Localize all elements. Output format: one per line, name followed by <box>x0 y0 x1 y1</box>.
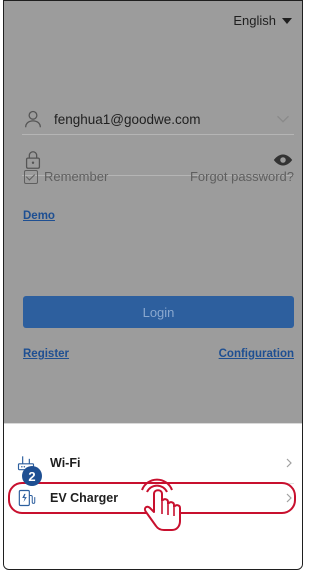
user-icon <box>25 110 41 128</box>
username-field[interactable]: fenghua1@goodwe.com <box>22 104 294 135</box>
remember-label: Remember <box>44 169 109 184</box>
language-selector[interactable]: English <box>233 13 292 28</box>
login-button[interactable]: Login <box>23 296 294 328</box>
tap-hand-icon <box>141 478 181 531</box>
forgot-password-link[interactable]: Forgot password? <box>190 169 294 184</box>
demo-link[interactable]: Demo <box>23 210 55 222</box>
chevron-right-icon <box>286 458 292 468</box>
eye-icon[interactable] <box>272 149 294 171</box>
remember-checkbox[interactable]: Remember <box>24 169 108 184</box>
lock-icon <box>25 151 41 169</box>
checkbox-checked-icon <box>24 169 38 184</box>
step-number-badge: 2 <box>22 466 42 486</box>
chevron-down-icon[interactable] <box>272 108 294 130</box>
language-label: English <box>233 13 276 28</box>
register-link[interactable]: Register <box>23 348 69 360</box>
username-value: fenghua1@goodwe.com <box>54 111 201 127</box>
configuration-link[interactable]: Configuration <box>219 348 294 360</box>
caret-down-icon <box>282 17 292 24</box>
